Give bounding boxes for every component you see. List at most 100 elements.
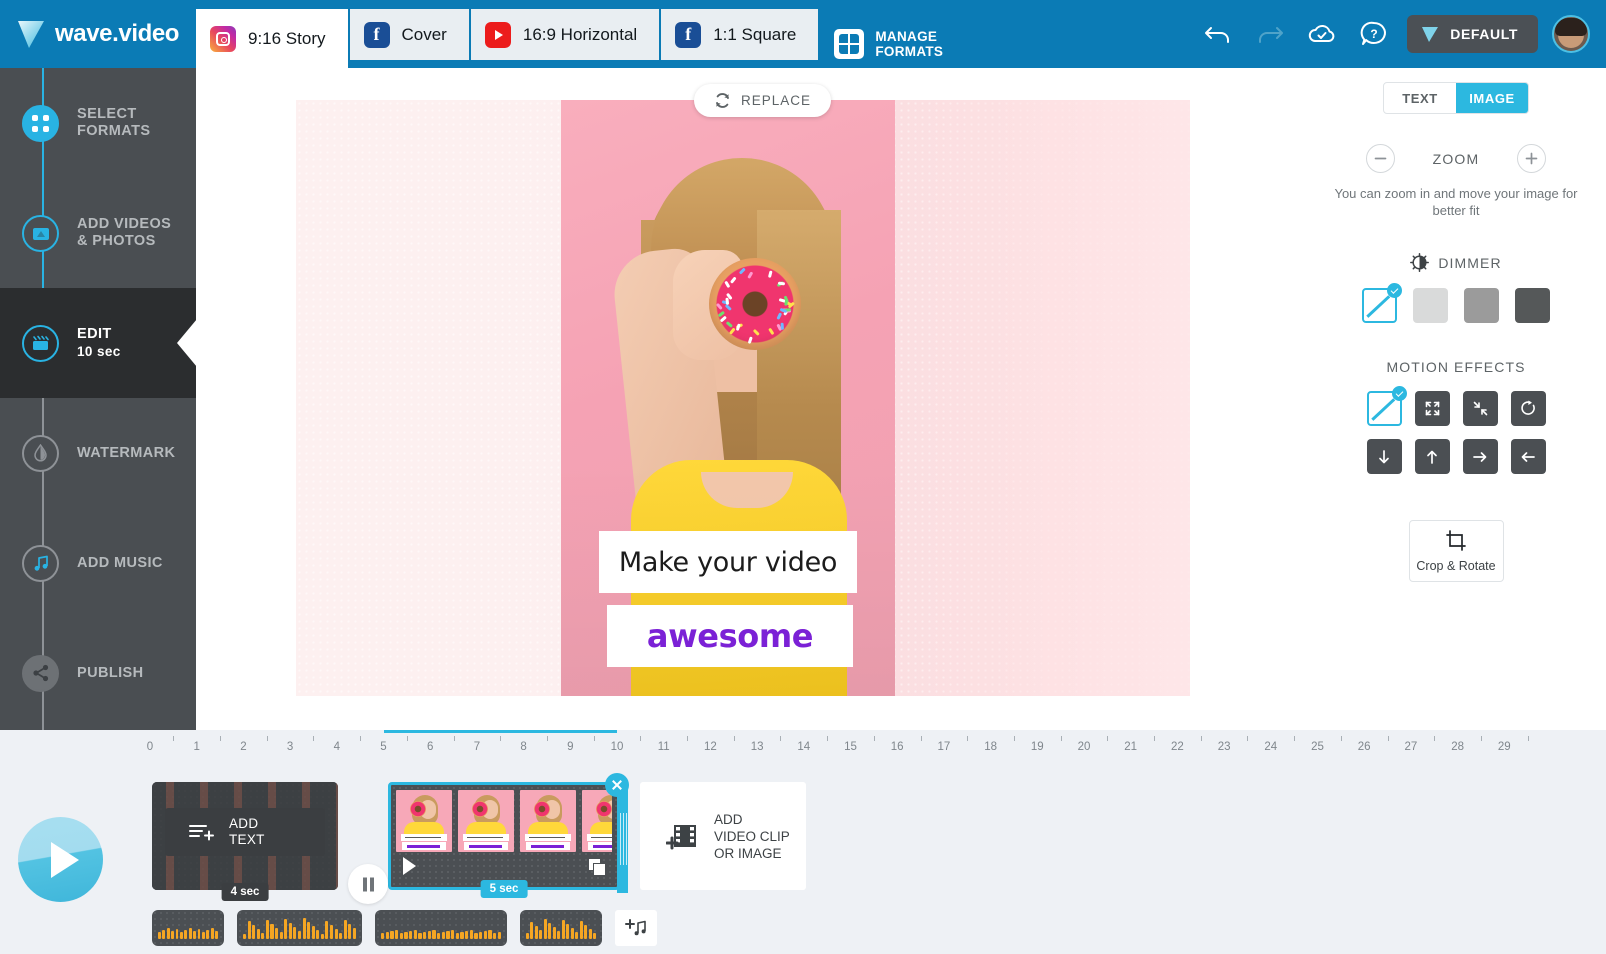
rotate-icon — [1520, 400, 1537, 417]
zoom-controls: ZOOM — [1306, 144, 1606, 173]
ruler-tick: 24 — [1264, 741, 1277, 753]
sidebar-item-select-formats[interactable]: SELECT FORMATS — [0, 68, 196, 178]
audio-clip[interactable] — [375, 910, 507, 946]
ruler-minor-tick — [500, 736, 501, 741]
tab-16-9-horizontal[interactable]: 16:9 Horizontal — [471, 9, 659, 60]
zoom-hint: You can zoom in and move your image for … — [1306, 185, 1606, 219]
ruler-tick: 20 — [1078, 741, 1091, 753]
play-icon — [51, 842, 79, 878]
timeline: 0123456789101112131415161718192021222324… — [0, 730, 1606, 954]
add-text-button[interactable]: ADD TEXT — [165, 808, 325, 856]
audio-clip[interactable] — [237, 910, 362, 946]
undo-icon[interactable] — [1199, 15, 1237, 53]
caption-line-2[interactable]: awesome — [607, 605, 853, 667]
ruler-minor-tick — [1201, 736, 1202, 741]
motion-option-none[interactable] — [1367, 391, 1402, 426]
sidebar-item-watermark[interactable]: WATERMARK — [0, 398, 196, 508]
help-question-icon[interactable]: ? — [1355, 15, 1393, 53]
tab-cover[interactable]: f Cover — [350, 9, 469, 60]
sidebar-item-add-videos-photos[interactable]: ADD VIDEOS & PHOTOS — [0, 178, 196, 288]
tab-1-1-square[interactable]: f 1:1 Square — [661, 9, 818, 60]
sidebar-item-edit[interactable]: EDIT 10 sec — [0, 288, 196, 398]
sidebar-item-publish[interactable]: PUBLISH — [0, 618, 196, 728]
redo-icon[interactable] — [1251, 15, 1289, 53]
motion-option-zoom-out[interactable] — [1415, 391, 1450, 426]
timeline-ruler[interactable]: 0123456789101112131415161718192021222324… — [0, 730, 1606, 756]
transition-button[interactable] — [348, 864, 388, 904]
ruler-minor-tick — [640, 736, 641, 741]
replace-button[interactable]: REPLACE — [694, 84, 831, 117]
add-text-line1: ADD — [229, 816, 265, 832]
motion-option-pan-left[interactable] — [1511, 439, 1546, 474]
sidebar-label: WATERMARK — [77, 445, 175, 462]
tab-image[interactable]: IMAGE — [1456, 83, 1528, 113]
preview-play-button[interactable] — [18, 817, 103, 902]
ruler-tick: 19 — [1031, 741, 1044, 753]
tab-label: 1:1 Square — [713, 25, 796, 45]
ruler-tick: 22 — [1171, 741, 1184, 753]
clip-resize-handle-right[interactable] — [617, 785, 628, 893]
crop-rotate-label: Crop & Rotate — [1416, 559, 1495, 573]
crop-rotate-button[interactable]: Crop & Rotate — [1409, 520, 1504, 582]
brand-logo[interactable]: wave.video — [0, 0, 196, 68]
contract-arrows-icon — [1472, 400, 1489, 417]
dimmer-options — [1306, 288, 1606, 323]
arrow-down-icon — [1376, 449, 1392, 465]
ruler-minor-tick — [921, 736, 922, 741]
tab-9-16-story[interactable]: 9:16 Story — [196, 9, 348, 68]
timeline-clip-video[interactable]: 5 sec — [388, 782, 620, 890]
dimmer-option-none[interactable] — [1362, 288, 1397, 323]
audio-clip[interactable] — [520, 910, 602, 946]
ruler-tick: 15 — [844, 741, 857, 753]
ruler-minor-tick — [1388, 736, 1389, 741]
manage-formats-button[interactable]: MANAGE FORMATS — [820, 18, 959, 69]
motion-option-pan-down[interactable] — [1367, 439, 1402, 474]
ruler-minor-tick — [780, 736, 781, 741]
dimmer-option-medium[interactable] — [1464, 288, 1499, 323]
sidebar-edit-duration: 10 sec — [77, 343, 121, 360]
avatar[interactable] — [1552, 15, 1590, 53]
canvas-area[interactable]: Make your video awesome REPLACE — [296, 100, 1190, 696]
project-default-button[interactable]: DEFAULT — [1407, 15, 1538, 53]
share-icon — [22, 655, 59, 692]
cloud-check-icon[interactable] — [1303, 15, 1341, 53]
tab-text[interactable]: TEXT — [1384, 83, 1456, 113]
add-clip-line3: OR IMAGE — [714, 845, 790, 862]
ruler-minor-tick — [173, 736, 174, 741]
ruler-tick: 27 — [1404, 741, 1417, 753]
ruler-minor-tick — [967, 736, 968, 741]
facebook-icon: f — [364, 22, 390, 48]
ruler-tick: 11 — [658, 741, 670, 753]
timeline-clip-text[interactable]: ADD TEXT 4 sec — [152, 782, 338, 890]
ruler-tick: 4 — [334, 741, 340, 753]
refresh-icon — [714, 92, 731, 109]
expand-arrows-icon — [1424, 400, 1441, 417]
audio-track — [152, 910, 657, 946]
add-music-button[interactable] — [615, 910, 657, 946]
add-video-clip-button[interactable]: ADD VIDEO CLIP OR IMAGE — [640, 782, 806, 890]
duplicate-icon[interactable] — [589, 859, 605, 875]
zoom-in-button[interactable] — [1517, 144, 1546, 173]
ruler-tick: 3 — [287, 741, 293, 753]
tab-label: 16:9 Horizontal — [523, 25, 637, 45]
story-preview[interactable]: Make your video awesome — [561, 100, 895, 696]
dimmer-section-header: DIMMER — [1306, 253, 1606, 272]
dimmer-option-dark[interactable] — [1515, 288, 1550, 323]
ruler-minor-tick — [407, 736, 408, 741]
motion-option-pan-right[interactable] — [1463, 439, 1498, 474]
sidebar-item-add-music[interactable]: ADD MUSIC — [0, 508, 196, 618]
timeline-selection-indicator[interactable] — [384, 730, 618, 733]
motion-option-rotate[interactable] — [1511, 391, 1546, 426]
ruler-minor-tick — [594, 736, 595, 741]
play-icon[interactable] — [403, 857, 416, 875]
dimmer-title: DIMMER — [1438, 255, 1501, 271]
audio-clip[interactable] — [152, 910, 224, 946]
close-icon[interactable] — [605, 773, 629, 797]
motion-option-zoom-in[interactable] — [1463, 391, 1498, 426]
dimmer-option-light[interactable] — [1413, 288, 1448, 323]
transition-icon — [359, 875, 378, 894]
zoom-out-button[interactable] — [1366, 144, 1395, 173]
motion-option-pan-up[interactable] — [1415, 439, 1450, 474]
caption-line-1[interactable]: Make your video — [599, 531, 857, 593]
photo-icon — [22, 215, 59, 252]
